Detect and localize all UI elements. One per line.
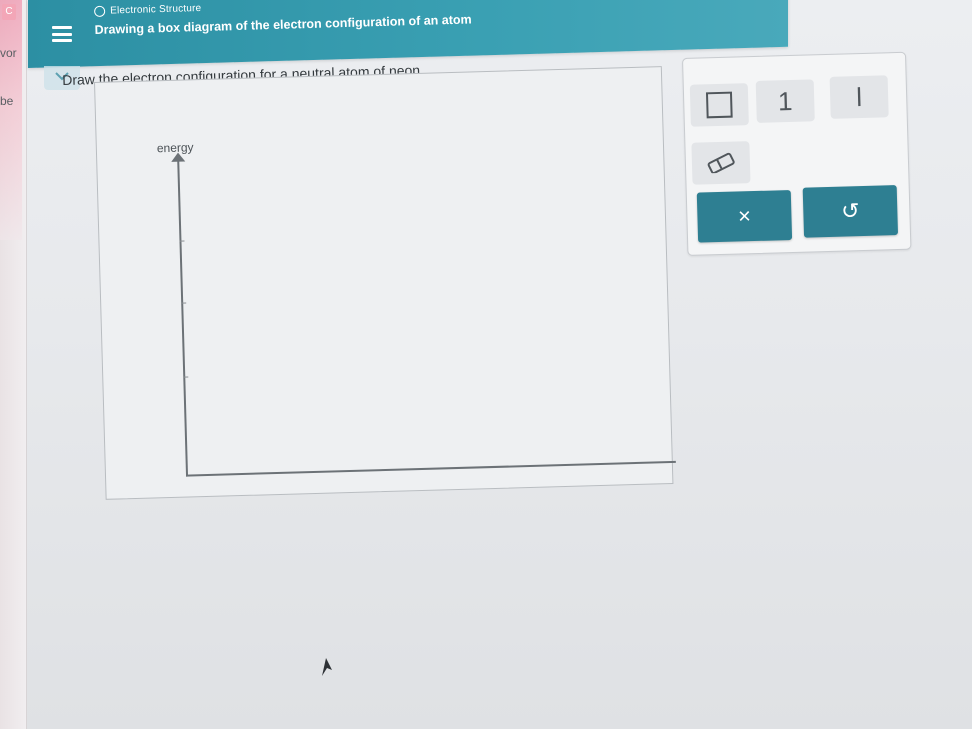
spin-down-electron-tool[interactable]: l (829, 75, 889, 119)
app-corner-icon: C (2, 4, 16, 20)
axis-tick (183, 376, 189, 378)
close-icon: × (737, 203, 752, 229)
spin-up-electron-tool[interactable]: 1 (755, 79, 815, 123)
diagram-canvas[interactable]: energy (94, 66, 676, 500)
axis-tick (181, 302, 187, 304)
axis-tick (179, 240, 185, 242)
clear-button[interactable]: × (696, 190, 793, 243)
adjacent-window-bar (0, 0, 22, 240)
energy-axis (177, 160, 189, 477)
tool-palette: 1 l × ↺ (682, 51, 912, 256)
topic-name: Electronic Structure (109, 3, 202, 17)
mouse-cursor-icon (322, 658, 332, 676)
orbital-box-tool[interactable] (689, 83, 749, 127)
cut-off-text-2: be (0, 94, 14, 108)
undo-icon: ↺ (840, 198, 860, 224)
arrow-down-icon: l (855, 81, 863, 113)
undo-button[interactable]: ↺ (802, 185, 899, 238)
circle-icon (94, 5, 106, 17)
arrow-up-icon: 1 (777, 85, 793, 117)
hamburger-menu-icon[interactable] (52, 26, 72, 42)
eraser-icon (707, 152, 735, 174)
cut-off-text-1: vor (0, 46, 17, 60)
square-icon (705, 91, 733, 119)
eraser-tool[interactable] (691, 141, 751, 185)
baseline-axis (185, 460, 676, 477)
adjacent-window-strip: C vor be (0, 0, 27, 729)
